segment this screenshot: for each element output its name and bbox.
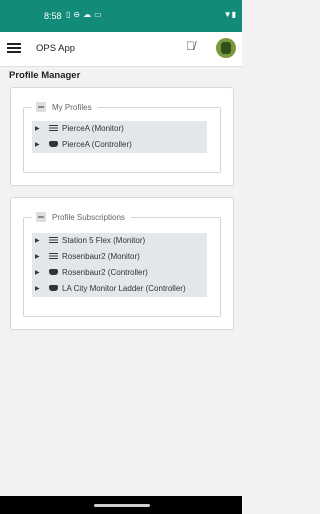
- list-item[interactable]: ▶ PierceA (Monitor): [32, 121, 207, 137]
- item-label: Rosenbaur2 (Controller): [62, 268, 148, 277]
- subscriptions-legend: Profile Subscriptions: [32, 211, 131, 224]
- monitor-icon: [47, 121, 59, 137]
- status-right-icons: ▼▮: [224, 10, 236, 19]
- card-icon: ▭: [94, 10, 105, 19]
- list-item[interactable]: ▶ Rosenbaur2 (Controller): [32, 265, 207, 281]
- item-label: Rosenbaur2 (Monitor): [62, 252, 140, 261]
- list-item[interactable]: ▶ LA City Monitor Ladder (Controller): [32, 281, 207, 297]
- hamburger-menu-icon[interactable]: [7, 41, 21, 55]
- list-item[interactable]: ▶ Rosenbaur2 (Monitor): [32, 249, 207, 265]
- gamepad-icon: [47, 137, 59, 153]
- expand-arrow-icon[interactable]: ▶: [35, 265, 40, 281]
- status-time: 8:58: [44, 11, 62, 21]
- subscriptions-fieldset: Profile Subscriptions ▶ Station 5 Flex (…: [23, 211, 221, 317]
- monitor-icon: [47, 233, 59, 249]
- expand-arrow-icon[interactable]: ▶: [35, 233, 40, 249]
- app-title: OPS App: [36, 43, 76, 54]
- avatar[interactable]: [216, 38, 236, 58]
- subscriptions-card: Profile Subscriptions ▶ Station 5 Flex (…: [10, 197, 234, 330]
- collapse-subscriptions-button[interactable]: [36, 211, 46, 222]
- navigation-bar: [0, 496, 242, 514]
- list-item[interactable]: ▶ Station 5 Flex (Monitor): [32, 233, 207, 249]
- item-label: LA City Monitor Ladder (Controller): [62, 284, 186, 293]
- status-bar: 8:58 ▯⊖☁▭ ▼▮: [0, 0, 242, 32]
- my-profiles-fieldset: My Profiles ▶ PierceA (Monitor) ▶ Pierce…: [23, 101, 221, 173]
- expand-arrow-icon[interactable]: ▶: [35, 137, 40, 153]
- home-gesture-handle[interactable]: [94, 504, 150, 507]
- app-bar: OPS App 🎙̸: [0, 32, 242, 67]
- item-label: PierceA (Controller): [62, 140, 132, 149]
- expand-arrow-icon[interactable]: ▶: [35, 121, 40, 137]
- my-profiles-legend: My Profiles: [32, 101, 98, 114]
- expand-arrow-icon[interactable]: ▶: [35, 249, 40, 265]
- gamepad-icon: [47, 281, 59, 297]
- my-profiles-card: My Profiles ▶ PierceA (Monitor) ▶ Pierce…: [10, 87, 234, 186]
- my-profiles-list: ▶ PierceA (Monitor) ▶ PierceA (Controlle…: [32, 121, 207, 153]
- expand-arrow-icon[interactable]: ▶: [35, 281, 40, 297]
- monitor-icon: [47, 249, 59, 265]
- list-item[interactable]: ▶ PierceA (Controller): [32, 137, 207, 153]
- battery-icon: ▮: [231, 10, 236, 19]
- page-title: Profile Manager: [9, 70, 81, 81]
- item-label: Station 5 Flex (Monitor): [62, 236, 146, 245]
- wifi-icon: ▼: [223, 10, 232, 19]
- subscriptions-list: ▶ Station 5 Flex (Monitor) ▶ Rosenbaur2 …: [32, 233, 207, 297]
- my-profiles-title: My Profiles: [52, 103, 92, 112]
- collapse-my-profiles-button[interactable]: [36, 101, 46, 112]
- sync-icon: ⊖: [73, 10, 84, 19]
- subscriptions-title: Profile Subscriptions: [52, 213, 125, 222]
- status-icons: ▯⊖☁▭: [66, 10, 105, 19]
- cloud-icon: ☁: [83, 10, 95, 19]
- gamepad-icon: [47, 265, 59, 281]
- item-label: PierceA (Monitor): [62, 124, 124, 133]
- mic-off-icon[interactable]: 🎙̸: [186, 39, 195, 53]
